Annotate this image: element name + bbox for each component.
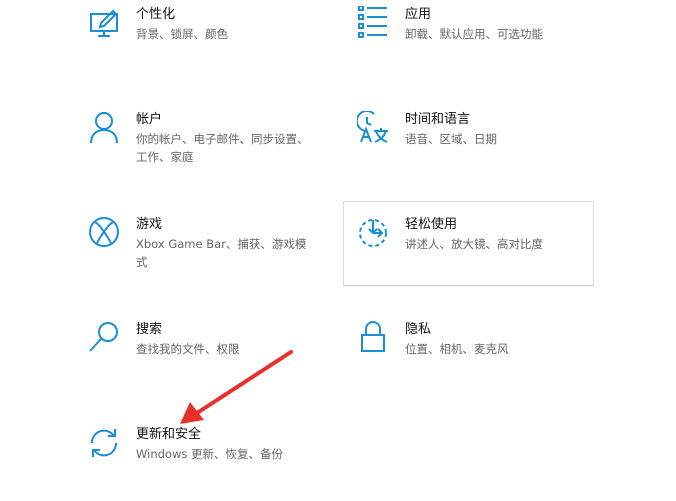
- personalization-icon: [88, 6, 122, 40]
- tile-title: 隐私: [405, 322, 432, 337]
- lock-icon: [357, 321, 391, 355]
- tile-description: 讲述人、放大镜、高对比度: [405, 237, 543, 251]
- tile-description: 卸载、默认应用、可选功能: [405, 27, 543, 41]
- search-icon: [88, 321, 122, 355]
- tile-description: 语音、区域、日期: [405, 132, 497, 146]
- tile-title: 帐户: [136, 112, 163, 127]
- tile-description: 背景、锁屏、颜色: [136, 27, 228, 41]
- tile-description: 查找我的文件、权限: [136, 342, 240, 356]
- update-sync-icon: [88, 426, 122, 460]
- tile-title: 应用: [405, 7, 432, 22]
- xbox-icon: [88, 216, 122, 250]
- tile-description: Xbox Game Bar、捕获、游戏模式: [136, 237, 307, 269]
- tile-title: 个性化: [136, 7, 176, 22]
- tile-description: Windows 更新、恢复、备份: [136, 447, 283, 461]
- tile-title: 搜索: [136, 322, 163, 337]
- tile-title: 轻松使用: [405, 217, 458, 232]
- tile-title: 更新和安全: [136, 427, 202, 442]
- tile-description: 位置、相机、麦克风: [405, 342, 509, 356]
- ease-of-access-icon: [357, 216, 391, 250]
- settings-home: 个性化 背景、锁屏、颜色 应用 卸载、默认应用、可选功能 帐户 你的帐户、电子邮…: [0, 0, 676, 501]
- account-icon: [88, 111, 122, 145]
- time-language-icon: [357, 111, 391, 145]
- tile-title: 时间和语言: [405, 112, 471, 127]
- tile-description: 你的帐户、电子邮件、同步设置、工作、家庭: [136, 132, 309, 164]
- tile-title: 游戏: [136, 217, 163, 232]
- apps-icon: [357, 6, 391, 40]
